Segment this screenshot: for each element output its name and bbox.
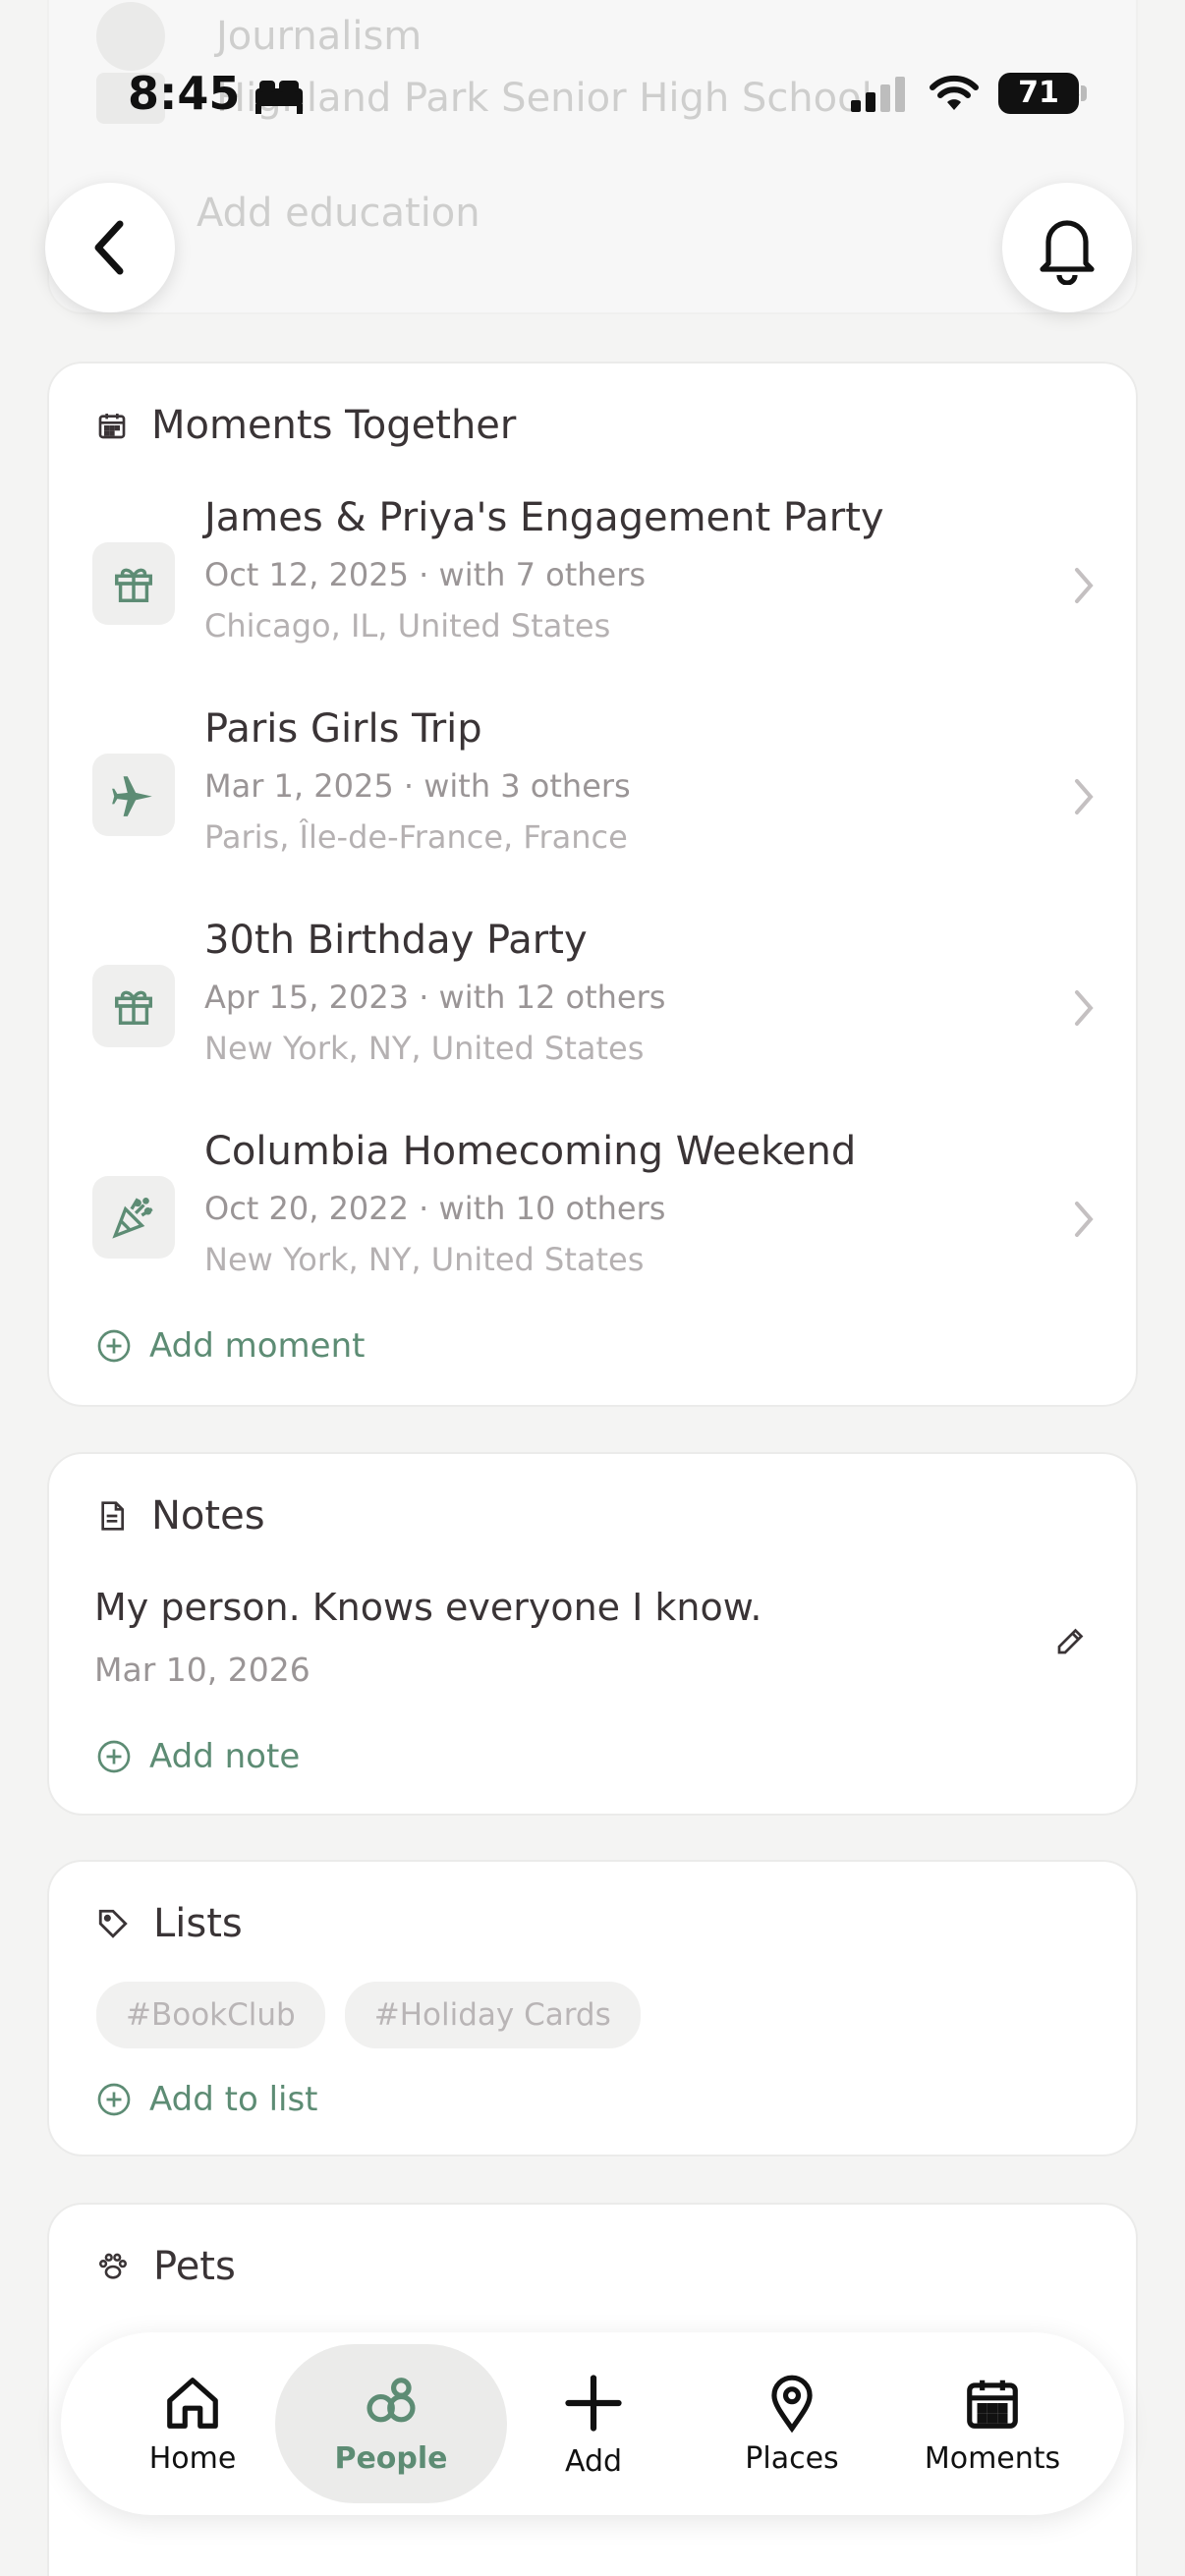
map-pin-icon <box>771 2375 813 2433</box>
notes-section-header: Notes <box>96 1493 265 1539</box>
moments-together-card: Moments Together James & Priya's Engagem… <box>47 362 1138 1407</box>
chevron-right-icon <box>1075 568 1094 603</box>
moments-section-header: Moments Together <box>96 403 516 448</box>
moment-icon-tile <box>92 965 175 1047</box>
back-button[interactable] <box>45 183 175 312</box>
add-education-label: Add education <box>197 191 480 236</box>
add-education-button[interactable]: Add education <box>197 191 480 236</box>
moment-icon-tile <box>92 754 175 836</box>
tab-people[interactable]: People <box>275 2344 507 2503</box>
cellular-signal-icon <box>851 77 905 112</box>
tab-label: Add <box>564 2443 623 2479</box>
education-item-label: Journalism <box>216 14 423 59</box>
lists-title: Lists <box>153 1901 243 1946</box>
gift-icon <box>115 568 152 602</box>
plus-icon <box>565 2374 622 2432</box>
tab-places[interactable]: Places <box>676 2344 908 2503</box>
plus-circle-icon <box>97 1740 131 1773</box>
add-moment-button[interactable]: Add moment <box>96 1326 365 1366</box>
chevron-right-icon <box>1075 990 1094 1026</box>
add-to-list-label: Add to list <box>149 2080 318 2119</box>
list-tag[interactable]: #BookClub <box>96 1982 325 2048</box>
plane-icon <box>112 776 152 816</box>
chevron-right-icon <box>1075 779 1094 814</box>
tag-icon <box>98 1909 128 1938</box>
moment-item[interactable]: Paris Girls Trip Mar 1, 2025 · with 3 ot… <box>92 706 1095 903</box>
chevron-right-icon <box>1075 1202 1094 1237</box>
pets-title: Pets <box>153 2244 236 2289</box>
add-moment-label: Add moment <box>149 1326 366 1366</box>
education-card: Journalism Highland Park Senior High Sch… <box>47 0 1138 314</box>
party-popper-icon <box>112 1198 153 1239</box>
note-date: Mar 10, 2026 <box>94 1651 310 1689</box>
sleep-focus-icon <box>255 81 303 114</box>
battery-indicator: 71 <box>998 73 1087 114</box>
tab-label: Home <box>148 2440 237 2476</box>
paw-icon <box>98 2253 128 2279</box>
calendar-icon <box>967 2380 1018 2429</box>
plus-circle-icon <box>97 2083 131 2116</box>
wifi-icon <box>930 75 979 110</box>
bottom-tab-bar: Home People Add Places Moments <box>61 2332 1124 2515</box>
moments-title: Moments Together <box>151 403 517 448</box>
moment-title: James & Priya's Engagement Party <box>204 495 884 540</box>
moment-meta: Oct 20, 2022 · with 10 others <box>204 1190 666 1227</box>
moment-location: New York, NY, United States <box>204 1030 645 1067</box>
notifications-button[interactable] <box>1002 183 1132 312</box>
tab-moments[interactable]: Moments <box>876 2344 1108 2503</box>
home-icon <box>167 2377 218 2429</box>
tab-label: People <box>334 2440 448 2476</box>
moment-meta: Mar 1, 2025 · with 3 others <box>204 767 631 805</box>
moment-location: Chicago, IL, United States <box>204 607 611 644</box>
tab-label: Places <box>745 2440 839 2476</box>
moment-item[interactable]: James & Priya's Engagement Party Oct 12,… <box>92 495 1095 692</box>
list-tag[interactable]: #Holiday Cards <box>344 1982 641 2048</box>
add-note-label: Add note <box>149 1737 301 1776</box>
moment-location: New York, NY, United States <box>204 1241 645 1278</box>
lists-card: Lists #BookClub #Holiday Cards Add to li… <box>47 1860 1138 2156</box>
moment-title: Columbia Homecoming Weekend <box>204 1129 857 1174</box>
tab-label: Moments <box>924 2440 1061 2476</box>
gift-icon <box>115 990 152 1025</box>
moment-meta: Oct 12, 2025 · with 7 others <box>204 556 647 593</box>
moment-location: Paris, Île-de-France, France <box>204 818 628 856</box>
notes-title: Notes <box>151 1493 265 1539</box>
document-icon <box>101 1501 124 1531</box>
moment-item[interactable]: Columbia Homecoming Weekend Oct 20, 2022… <box>92 1129 1095 1325</box>
moment-title: Paris Girls Trip <box>204 706 482 752</box>
chevron-left-icon <box>94 220 124 275</box>
lists-section-header: Lists <box>96 1901 243 1946</box>
bell-icon <box>1040 220 1095 285</box>
plus-circle-icon <box>97 1329 131 1363</box>
moment-meta: Apr 15, 2023 · with 12 others <box>204 979 666 1016</box>
people-icon <box>367 2377 416 2422</box>
add-note-button[interactable]: Add note <box>96 1737 300 1776</box>
pets-section-header: Pets <box>96 2244 236 2289</box>
tab-home[interactable]: Home <box>77 2344 309 2503</box>
moment-title: 30th Birthday Party <box>204 918 588 963</box>
tab-add[interactable]: Add <box>478 2344 709 2503</box>
pencil-icon[interactable] <box>1053 1623 1089 1658</box>
status-time: 8:45 <box>128 67 241 120</box>
moment-icon-tile <box>92 542 175 625</box>
add-to-list-button[interactable]: Add to list <box>96 2080 318 2119</box>
status-bar: 8:45 71 <box>0 61 1185 130</box>
note-text[interactable]: My person. Knows everyone I know. <box>94 1586 762 1629</box>
moment-item[interactable]: 30th Birthday Party Apr 15, 2023 · with … <box>92 918 1095 1114</box>
list-tags: #BookClub #Holiday Cards <box>96 1982 660 2048</box>
notes-card: Notes My person. Knows everyone I know. … <box>47 1452 1138 1816</box>
calendar-icon <box>98 414 126 439</box>
moment-icon-tile <box>92 1176 175 1259</box>
